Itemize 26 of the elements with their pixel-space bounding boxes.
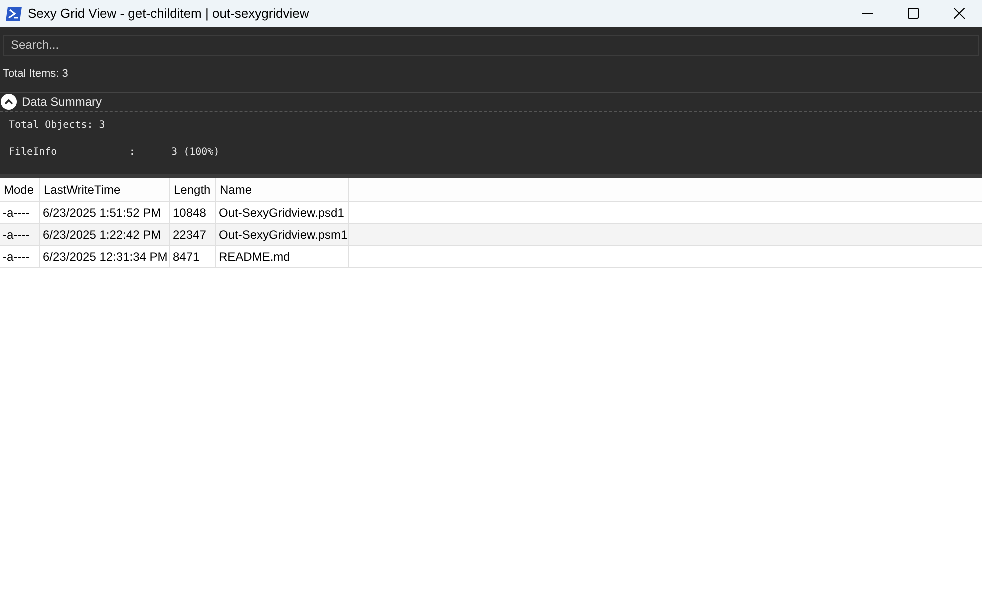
- column-header[interactable]: Name: [216, 178, 349, 201]
- summary-line: FileInfo : 3 (100%): [9, 146, 221, 160]
- table-cell: -a----: [0, 202, 40, 223]
- window-title: Sexy Grid View - get-childitem | out-sexygridview: [28, 4, 310, 23]
- terminal-icon: [6, 6, 22, 20]
- data-summary-toggle[interactable]: Data Summary: [1, 93, 102, 111]
- column-header[interactable]: LastWriteTime: [40, 178, 170, 201]
- table-cell: 8471: [170, 246, 216, 267]
- summary-line: Total Objects: 3: [9, 119, 106, 133]
- close-icon: [954, 8, 964, 19]
- table-cell: Out-SexyGridview.psm1: [216, 224, 349, 245]
- table-cell: -a----: [0, 224, 40, 245]
- table-cell: -a----: [0, 246, 40, 267]
- table-cell: 10848: [170, 202, 216, 223]
- total-items-label: Total Items: 3: [3, 67, 68, 82]
- search-field[interactable]: Search...: [3, 34, 979, 56]
- table-cell: Out-SexyGridview.psd1: [216, 202, 349, 223]
- column-header[interactable]: Mode: [0, 178, 40, 201]
- maximize-icon: [908, 8, 918, 19]
- table-cell: 22347: [170, 224, 216, 245]
- table-cell: README.md: [216, 246, 349, 267]
- table-cell: 6/23/2025 12:31:34 PM: [40, 246, 170, 267]
- minimize-icon: [862, 12, 872, 14]
- column-header[interactable]: Length: [170, 178, 216, 201]
- table-cell: 6/23/2025 1:51:52 PM: [40, 202, 170, 223]
- table-cell: 6/23/2025 1:22:42 PM: [40, 224, 170, 245]
